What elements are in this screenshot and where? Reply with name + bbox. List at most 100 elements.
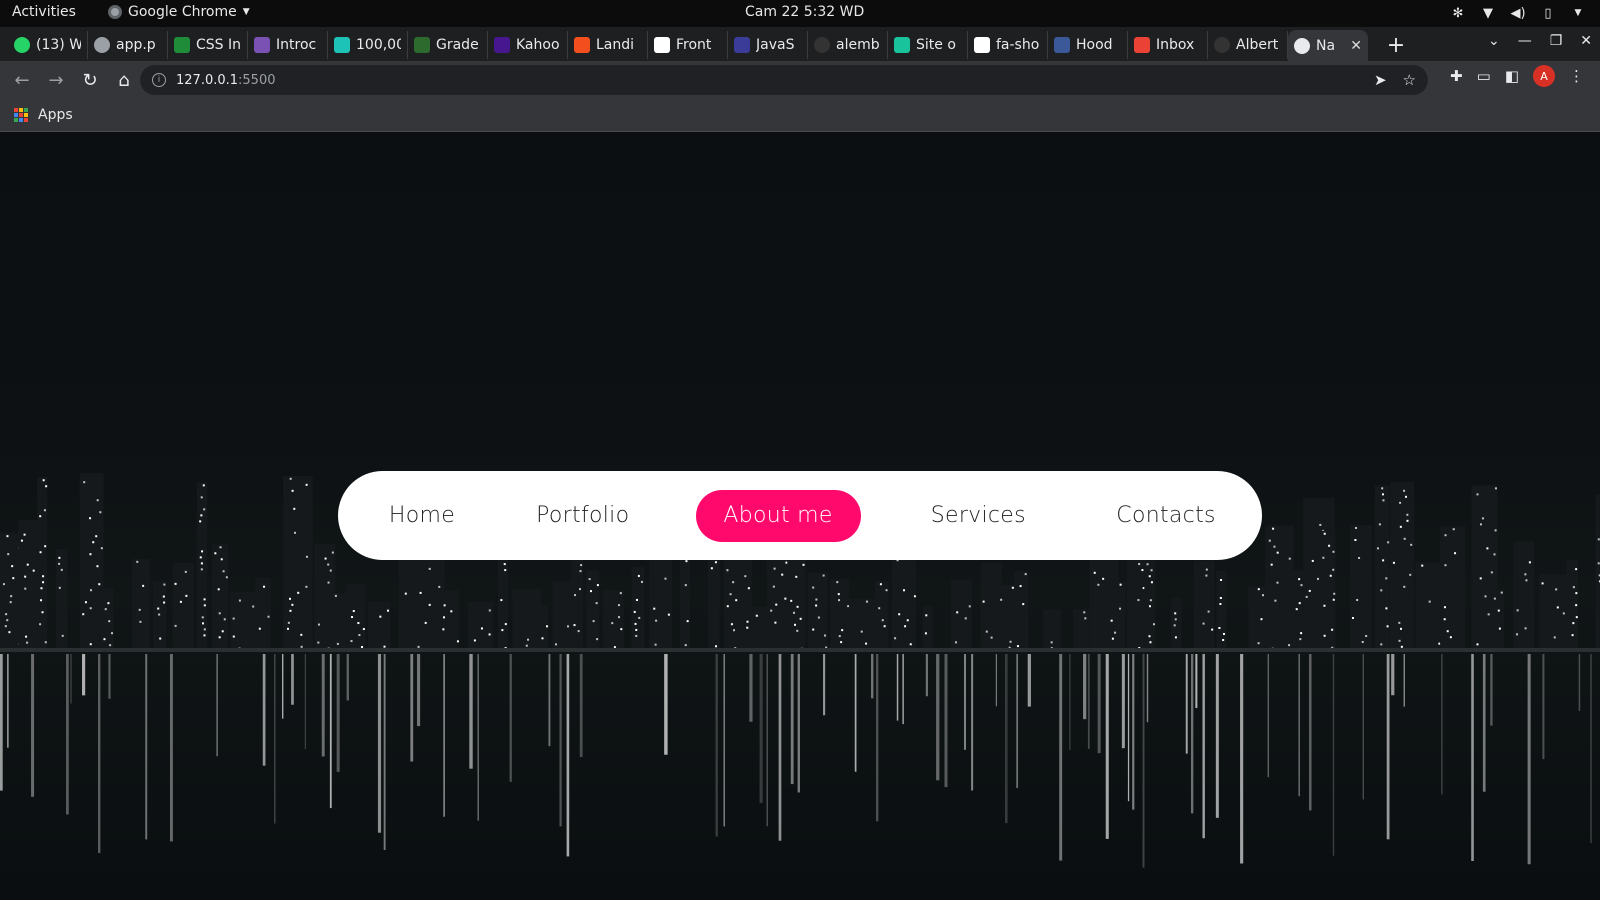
info-icon[interactable]: i [152, 73, 166, 87]
extensions-puzzle-icon[interactable]: ✚ [1450, 67, 1463, 85]
chrome-icon [108, 5, 122, 19]
palm-icon [414, 37, 430, 53]
app-name: Google Chrome [128, 4, 237, 20]
toolbar-extensions: ✚ ▭ ◧ A ⋮ [1450, 65, 1584, 87]
tab-active[interactable]: Na ✕ [1288, 30, 1368, 62]
tab[interactable]: 100,00 [328, 31, 408, 59]
close-tab-icon[interactable]: ✕ [1350, 38, 1362, 54]
restore-icon[interactable]: ❐ [1550, 33, 1563, 49]
tab-label: Site o [916, 37, 956, 53]
address-bar[interactable]: i 127.0.0.1 :5500 ➤ ☆ [140, 65, 1428, 95]
nav-link-about-me[interactable]: About me [695, 489, 861, 542]
tab[interactable]: Inbox [1128, 31, 1208, 59]
tab-label: Na [1316, 38, 1336, 54]
tab-label: (13) W [36, 37, 81, 53]
page-viewport: Home Portfolio About me Services Contacts [0, 132, 1600, 900]
minimize-icon[interactable]: — [1518, 33, 1532, 49]
whatsapp-icon [14, 37, 30, 53]
tab[interactable]: alemb [808, 31, 888, 59]
gmail-icon [1134, 37, 1150, 53]
volume-icon[interactable]: ◀) [1510, 5, 1526, 21]
a-icon [734, 37, 750, 53]
tab[interactable]: Front [648, 31, 728, 59]
tab[interactable]: Site o [888, 31, 968, 59]
tab[interactable]: Albert [1208, 31, 1288, 59]
battery-icon[interactable]: ▯ [1540, 5, 1556, 21]
window-controls: ⌄ — ❐ ✕ [1488, 33, 1592, 49]
tab[interactable]: Introc [248, 31, 328, 59]
kahoot-icon [494, 37, 510, 53]
app-menu[interactable]: Google Chrome ▼ [108, 4, 250, 20]
tab-list: (13) W app.p CSS In Introc 100,00 Grade Kahoo L… [8, 29, 1410, 62]
tab-strip: (13) W app.p CSS In Introc 100,00 Grade Kahoo L… [0, 27, 1600, 62]
tab[interactable]: Kahoo [488, 31, 568, 59]
new-tab-icon[interactable]: + [1382, 33, 1410, 58]
tab-label: alemb [836, 37, 880, 53]
d-icon [334, 37, 350, 53]
tab[interactable]: Grade [408, 31, 488, 59]
tab-label: fa-sho [996, 37, 1040, 53]
frontend-icon [654, 37, 670, 53]
cast-icon[interactable]: ▭ [1477, 67, 1491, 85]
back-arrow-icon[interactable]: ← [6, 64, 38, 96]
apps-grid-icon [14, 108, 28, 122]
tab-label: Kahoo [516, 37, 560, 53]
tab-label: JavaS [756, 37, 795, 53]
tab-label: Introc [276, 37, 317, 53]
reload-icon[interactable]: ↻ [74, 64, 106, 96]
tab-label: Inbox [1156, 37, 1195, 53]
tab-label: 100,00 [356, 37, 401, 53]
tab-label: CSS In [196, 37, 241, 53]
nav-link-portfolio[interactable]: Portfolio [482, 490, 684, 542]
chevron-down-icon: ▼ [242, 7, 250, 17]
tab[interactable]: JavaS [728, 31, 808, 59]
tab-label: app.p [116, 37, 156, 53]
browser-toolbar: ← → ↻ ⌂ i 127.0.0.1 :5500 ➤ ☆ ✚ ▭ ◧ A ⋮ [0, 61, 1600, 99]
system-tray[interactable]: ✻ ▼ ◀) ▯ ▼ [1450, 5, 1586, 21]
tab[interactable]: (13) W [8, 31, 88, 59]
url-host: 127.0.0.1 [176, 72, 239, 88]
tab-label: Landi [596, 37, 635, 53]
globe-icon [1294, 38, 1310, 54]
tab-label: Grade [436, 37, 479, 53]
bootstrap-icon [254, 37, 270, 53]
diamond-icon [894, 37, 910, 53]
system-top-bar: Activities Google Chrome ▼ Cam 22 5:32 W… [0, 0, 1600, 27]
tab[interactable]: fa-sho [968, 31, 1048, 59]
clock[interactable]: Cam 22 5:32 WD [745, 4, 864, 20]
tab-label: Front [676, 37, 712, 53]
side-panel-icon[interactable]: ◧ [1505, 67, 1519, 85]
tab[interactable]: CSS In [168, 31, 248, 59]
tab[interactable]: Landi [568, 31, 648, 59]
forward-arrow-icon[interactable]: → [40, 64, 72, 96]
w-icon [174, 37, 190, 53]
more-menu-icon[interactable]: ⋮ [1569, 67, 1584, 85]
nav-link-contacts[interactable]: Contacts [1094, 490, 1238, 542]
tab-label: Hood [1076, 37, 1113, 53]
tab-label: Albert [1236, 37, 1279, 53]
github-icon [814, 37, 830, 53]
github-icon [1214, 37, 1230, 53]
url-port: :5500 [238, 72, 276, 88]
profile-avatar[interactable]: A [1533, 65, 1555, 87]
bookmarks-bar: Apps [0, 99, 1600, 132]
flag-icon [974, 37, 990, 53]
tab[interactable]: app.p [88, 31, 168, 59]
activities-button[interactable]: Activities [12, 4, 76, 20]
slack-icon[interactable]: ✻ [1450, 5, 1466, 21]
nav-link-home[interactable]: Home [362, 490, 482, 542]
system-menu-chevron-icon[interactable]: ▼ [1570, 5, 1586, 21]
tab[interactable]: Hood [1048, 31, 1128, 59]
bookmark-star-icon[interactable]: ☆ [1403, 71, 1416, 89]
send-icon[interactable]: ➤ [1374, 71, 1387, 89]
nav-link-services[interactable]: Services [877, 490, 1080, 542]
apps-bookmark[interactable]: Apps [38, 107, 73, 123]
tab-search-chevron-icon[interactable]: ⌄ [1488, 33, 1500, 49]
figma-icon [574, 37, 590, 53]
f-icon [1054, 37, 1070, 53]
close-window-icon[interactable]: ✕ [1580, 33, 1592, 49]
main-navigation: Home Portfolio About me Services Contacts [338, 471, 1262, 560]
home-icon[interactable]: ⌂ [108, 64, 140, 96]
wifi-icon[interactable]: ▼ [1480, 5, 1496, 21]
globe-icon [94, 37, 110, 53]
